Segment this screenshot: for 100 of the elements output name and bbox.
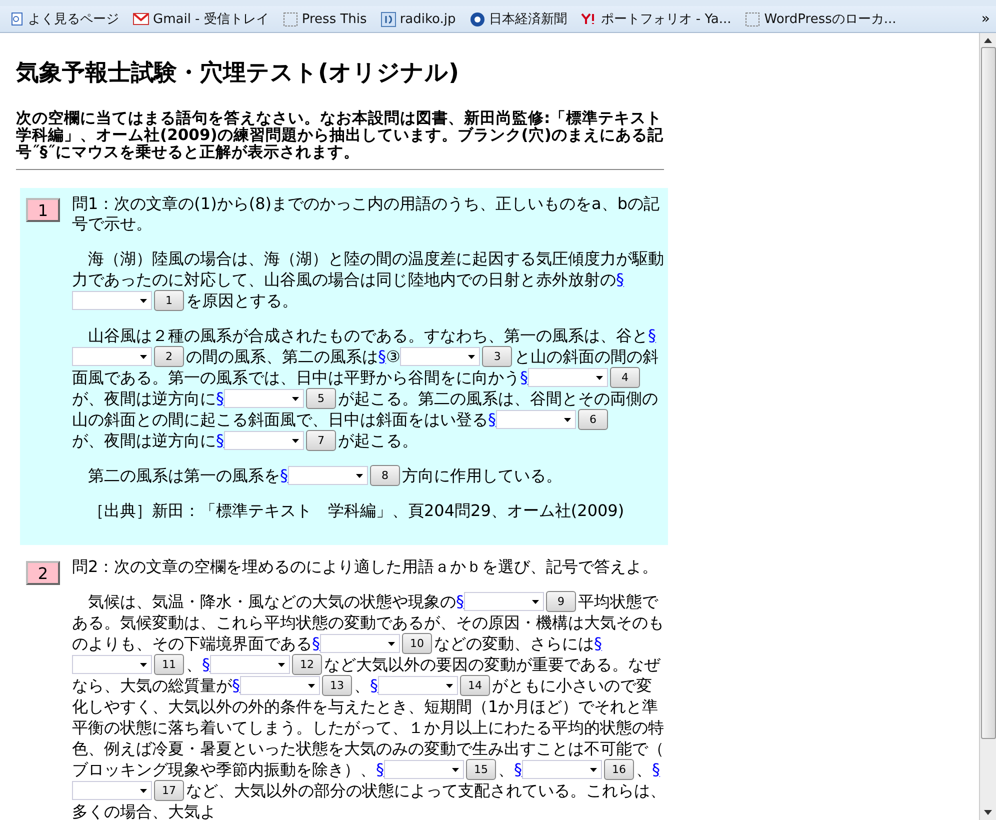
dropdown-caret-icon (278, 662, 285, 666)
passage-text: 山の斜面との間に起こる斜面風で、日中は斜面をはい登る (72, 410, 488, 430)
check-answer-button[interactable]: 12 (292, 654, 322, 675)
passage-text: など大気以外の要因の変動が重要である。なぜ (324, 654, 660, 674)
bookmark-item[interactable]: Press This (282, 12, 367, 26)
passage-text: 方向に作用している。 (402, 466, 562, 486)
check-answer-button[interactable]: 5 (306, 388, 336, 409)
check-answer-button[interactable]: 17 (154, 780, 184, 801)
answer-dropdown[interactable] (210, 655, 290, 674)
bookmark-label: Press This (302, 12, 367, 26)
dropdown-caret-icon (140, 298, 147, 302)
answer-dropdown[interactable] (72, 291, 152, 310)
bookmark-item[interactable]: Gmail - 受信トレイ (133, 10, 269, 28)
passage-text: ある。気候変動は、これら平均状態の変動であるが、その原因・機構は大気そのも (72, 612, 664, 632)
passage-text: など、大気以外の部分の状態によって支配されている。これらは、 (186, 780, 666, 800)
answer-hint-link[interactable]: § (520, 368, 528, 388)
dropdown-caret-icon (564, 418, 571, 422)
bookmark-item[interactable]: よく見るページ (10, 10, 119, 28)
check-answer-button[interactable]: 14 (460, 675, 490, 696)
answer-hint-link[interactable]: § (648, 326, 656, 346)
check-answer-button[interactable]: 11 (154, 654, 184, 675)
passage-text: 、 (186, 654, 202, 674)
bookmark-item[interactable]: WordPressのローカ... (745, 10, 896, 28)
check-answer-button[interactable]: 2 (154, 346, 184, 367)
passage-text: 、 (636, 760, 652, 780)
blank-page-icon (745, 12, 760, 26)
bookmark-label: radiko.jp (400, 12, 456, 26)
bookmark-item[interactable]: radiko.jp (380, 12, 456, 26)
answer-hint-link[interactable]: § (216, 430, 224, 450)
blank-page-icon (282, 12, 298, 26)
answer-dropdown[interactable] (378, 676, 458, 695)
answer-hint-link[interactable]: § (378, 346, 386, 366)
check-answer-button[interactable]: 8 (370, 465, 400, 486)
passage-text: のよりも、その下端境界面である (72, 634, 312, 654)
question-number: 2 (26, 561, 60, 585)
check-answer-button[interactable]: 3 (482, 346, 512, 367)
dropdown-caret-icon (452, 768, 459, 772)
dropdown-caret-icon (590, 768, 597, 772)
answer-hint-link[interactable]: § (312, 634, 320, 654)
bookmark-item[interactable]: ポートフォリオ - Ya... (580, 10, 732, 28)
check-answer-button[interactable]: 1 (154, 290, 184, 311)
check-answer-button[interactable]: 6 (578, 409, 608, 430)
answer-dropdown[interactable] (528, 368, 608, 387)
passage-text: 面風である。第一の風系では、日中は平野から谷間をに向かう (72, 368, 520, 388)
passage-text: ブロッキング現象や季節内振動を除き）、 (72, 760, 376, 780)
passage-text: 平均状態で (578, 592, 658, 612)
answer-hint-link[interactable]: § (456, 592, 464, 612)
answer-hint-link[interactable]: § (280, 466, 288, 486)
dropdown-caret-icon (292, 396, 299, 400)
check-answer-button[interactable]: 15 (466, 759, 496, 780)
answer-hint-link[interactable]: § (514, 760, 522, 780)
answer-hint-link[interactable]: § (216, 388, 224, 408)
passage-text: 、 (498, 760, 514, 780)
dropdown-caret-icon (308, 684, 315, 688)
question-prompt: 問1：次の文章の(1)から(8)までのかっこ内の用語のうち、正しいものをa、bの記号で示せ。 (72, 194, 660, 234)
answer-dropdown[interactable] (400, 347, 480, 366)
dropdown-caret-icon (140, 662, 147, 666)
answer-hint-link[interactable]: § (370, 676, 378, 696)
answer-hint-link[interactable]: § (616, 270, 624, 290)
answer-dropdown[interactable] (464, 592, 544, 611)
answer-dropdown[interactable] (288, 466, 368, 485)
answer-dropdown[interactable] (496, 410, 576, 429)
answer-dropdown[interactable] (224, 431, 304, 450)
answer-hint-link[interactable]: § (594, 634, 602, 654)
answer-dropdown[interactable] (224, 389, 304, 408)
answer-dropdown[interactable] (240, 676, 320, 695)
answer-hint-link[interactable]: § (202, 654, 210, 674)
scrollbar[interactable] (979, 33, 996, 820)
answer-dropdown[interactable] (72, 655, 152, 674)
check-answer-button[interactable]: 13 (322, 675, 352, 696)
answer-hint-link[interactable]: § (652, 760, 660, 780)
answer-dropdown[interactable] (72, 781, 152, 800)
answer-hint-link[interactable]: § (376, 760, 384, 780)
answer-hint-link[interactable]: § (232, 676, 240, 696)
dropdown-caret-icon (388, 642, 395, 646)
bookmark-label: よく見るページ (28, 11, 119, 28)
check-answer-button[interactable]: 16 (604, 759, 634, 780)
bookmark-label: Gmail - 受信トレイ (153, 11, 269, 28)
answer-dropdown[interactable] (522, 760, 602, 779)
bookmark-item[interactable]: 日本経済新聞 (470, 10, 567, 28)
check-answer-button[interactable]: 10 (402, 633, 432, 654)
answer-dropdown[interactable] (384, 760, 464, 779)
passage-text: 、 (354, 676, 370, 696)
more-bookmarks-button[interactable]: » (981, 11, 990, 27)
dropdown-caret-icon (468, 354, 476, 358)
check-answer-button[interactable]: 4 (610, 367, 640, 388)
passage-text: が、夜間は逆方向に (72, 388, 216, 408)
answer-dropdown[interactable] (72, 347, 152, 366)
passage-text: などの変動、さらには (434, 634, 594, 654)
passage-text: 山谷風は２種の風系が合成されたものである。すなわち、第一の風系は、谷と (88, 326, 648, 346)
answer-hint-link[interactable]: § (488, 410, 496, 430)
dropdown-caret-icon (446, 684, 453, 688)
answer-dropdown[interactable] (320, 634, 400, 653)
check-answer-button[interactable]: 9 (546, 591, 576, 612)
passage-text: ［出典］新田：「標準テキスト 学科編」、頁204問29、オーム社(2009) (88, 500, 624, 520)
dropdown-caret-icon (140, 788, 147, 792)
passage-text: 力であったのに対応して、山谷風の場合は同じ陸地内での日射と赤外放射の (72, 270, 616, 290)
passage-text: 多くの場合、大気よ (72, 802, 216, 820)
passage-text: が、夜間は逆方向に (72, 430, 216, 450)
check-answer-button[interactable]: 7 (306, 430, 336, 451)
